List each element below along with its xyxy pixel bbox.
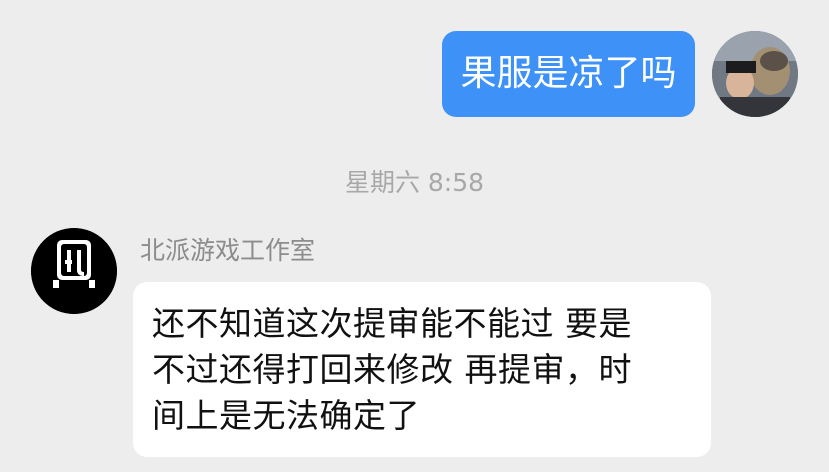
message-line: 还不知道这次提审能不能过 要是 [152,304,632,343]
message-line: 不过还得打回来修改 再提审，时 [152,350,632,389]
beipai-logo-icon [31,228,117,314]
chat-view: 果服是凉了吗 星期六 8:58 北派游戏工作室 还不知道这次提审能不能过 要是 … [0,0,829,472]
sender-name: 北派游戏工作室 [140,236,316,265]
incoming-message-bubble[interactable]: 还不知道这次提审能不能过 要是 不过还得打回来修改 再提审，时 间上是无法确定了 [133,282,711,457]
outgoing-message-bubble[interactable]: 果服是凉了吗 [442,31,695,117]
message-timestamp: 星期六 8:58 [344,168,485,197]
studio-avatar[interactable] [31,228,117,314]
user-avatar-image [712,31,798,117]
user-avatar[interactable] [712,31,798,117]
outgoing-message-text: 果服是凉了吗 [460,53,677,94]
message-line: 间上是无法确定了 [152,396,420,435]
